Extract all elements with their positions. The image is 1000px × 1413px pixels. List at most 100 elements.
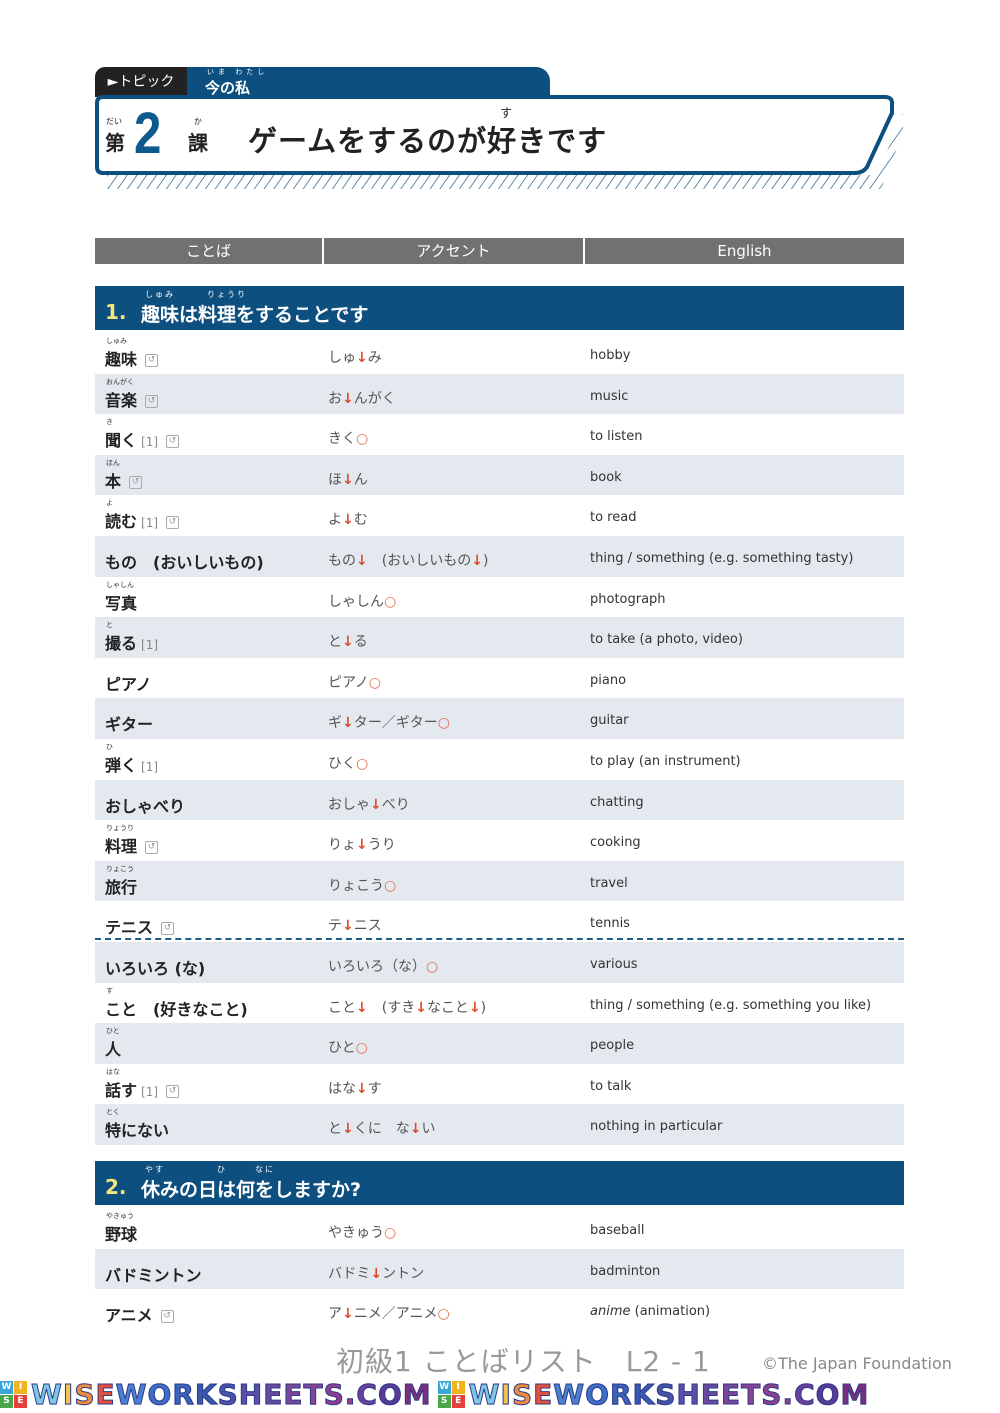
accent-text: ひく xyxy=(328,755,356,772)
accent-pattern: いろいろ（な）○ xyxy=(328,956,438,976)
vocab-row: りょうり料理 ↺ りょ↓うり cooking xyxy=(95,820,904,861)
accent-text: と xyxy=(328,634,342,651)
english-meaning: to take (a photo, video) xyxy=(590,632,743,647)
english-text: to talk xyxy=(590,1078,632,1094)
replay-audio-icon[interactable]: ↺ xyxy=(166,435,180,449)
english-text: people xyxy=(590,1038,635,1054)
english-text: guitar xyxy=(590,713,629,729)
accent-flat-icon: ○ xyxy=(384,877,397,894)
accent-text: バドミ xyxy=(328,1265,371,1282)
english-italic: anime xyxy=(590,1304,631,1320)
watermark-text: WISEWORKSHEETS.COM xyxy=(31,1378,432,1410)
replay-audio-icon[interactable]: ↺ xyxy=(161,922,175,936)
word-ruby: りょこう xyxy=(106,864,134,873)
accent-text: い xyxy=(421,1121,436,1138)
replay-audio-icon[interactable]: ↺ xyxy=(160,1310,174,1324)
english-meaning: book xyxy=(590,470,622,485)
accent-text: いろいろ（な） xyxy=(328,958,426,975)
watermark-letter: K xyxy=(632,1378,656,1410)
accent-pattern: ひく○ xyxy=(328,753,368,773)
vocab-row: と撮る [1] と↓る to take (a photo, video) xyxy=(95,617,904,658)
section-header-2: やす ひ なに 2. 休みの日は何をしますか? xyxy=(95,1161,904,1205)
section-number: 2. xyxy=(105,1175,127,1199)
vocab-word: ギター xyxy=(105,711,153,735)
watermark-letter: S xyxy=(74,1378,96,1410)
accent-text: む xyxy=(353,512,368,529)
watermark-letter: I xyxy=(62,1378,75,1410)
word-text: 本 xyxy=(105,471,122,491)
word-text: 聞く xyxy=(105,431,138,451)
vocab-word: もの (おいしいもの) xyxy=(105,549,264,573)
word-text: 人 xyxy=(105,1040,122,1060)
english-text: music xyxy=(590,388,629,404)
vocab-word: こと (好きなこと) xyxy=(105,996,248,1020)
accent-pattern: ほ↓ん xyxy=(328,469,368,489)
word-ruby: しゃしん xyxy=(106,580,134,589)
english-meaning: people xyxy=(590,1038,634,1053)
watermark-letter: W xyxy=(553,1378,586,1410)
watermark-letter: H xyxy=(238,1378,264,1410)
accent-pattern: ア↓ニメ／アニメ○ xyxy=(328,1303,450,1323)
watermark-text: WISEWORKSHEETS.COM xyxy=(468,1378,870,1410)
word-ruby: りょうり xyxy=(106,824,134,833)
topic-name: 今の私 xyxy=(205,79,251,97)
accent-text: と xyxy=(328,1121,342,1138)
vocab-row: アニメ ↺ ア↓ニメ／アニメ○ anime (animation) xyxy=(95,1289,904,1330)
english-meaning: cooking xyxy=(590,835,641,850)
accent-text: す xyxy=(367,1080,382,1097)
english-text: to take (a photo, video) xyxy=(590,632,743,648)
accent-text: ひと xyxy=(328,1040,356,1057)
accent-text: おしゃ xyxy=(328,796,370,813)
verb-group: [1] xyxy=(141,516,159,531)
watermark-unit: W I S E WISEWORKSHEETS.COM xyxy=(437,1378,870,1410)
word-ruby: はな xyxy=(106,1067,120,1076)
english-meaning: guitar xyxy=(590,713,629,728)
english-meaning: travel xyxy=(590,876,628,891)
english-text: travel xyxy=(590,875,628,891)
column-accent: アクセント xyxy=(324,238,583,264)
replay-audio-icon[interactable]: ↺ xyxy=(166,516,180,530)
vocab-row: すこと (好きなこと) こと↓ (すき↓なこと↓) thing / somethin… xyxy=(95,983,904,1024)
accent-text: ) xyxy=(480,999,487,1016)
accent-pattern: おしゃ↓べり xyxy=(328,794,410,814)
watermark-letter: R xyxy=(172,1378,195,1410)
accent-pattern: しゃしん○ xyxy=(328,591,396,611)
replay-audio-icon[interactable]: ↺ xyxy=(145,841,159,855)
accent-drop-icon: ↓ xyxy=(342,471,354,488)
accent-drop-icon: ↓ xyxy=(356,837,368,854)
accent-drop-icon: ↓ xyxy=(409,1121,422,1138)
replay-audio-icon[interactable]: ↺ xyxy=(145,394,159,408)
accent-text: ピアノ xyxy=(328,674,369,691)
logo-letter: W xyxy=(437,1380,451,1394)
accent-text: (おいしいもの xyxy=(367,552,472,569)
word-ruby: ひと xyxy=(106,1027,120,1036)
accent-text: ニメ／アニメ xyxy=(353,1306,438,1323)
watermark-letter: T xyxy=(741,1378,762,1410)
english-text: various xyxy=(590,956,638,972)
replay-audio-icon[interactable]: ↺ xyxy=(166,1084,180,1098)
vocab-row: やきゅう 野球 やきゅう○ baseball xyxy=(95,1208,904,1249)
accent-drop-icon: ↓ xyxy=(342,1306,354,1323)
accent-drop-icon: ↓ xyxy=(342,512,354,529)
accent-flat-icon: ○ xyxy=(384,593,397,610)
watermark-banner: W I S E WISEWORKSHEETS.COM W I S E WISEWORKSHEETS… xyxy=(0,1378,1000,1410)
watermark-letter: E xyxy=(95,1378,116,1410)
english-text: book xyxy=(590,469,622,485)
accent-text: ター／ギター xyxy=(353,715,438,732)
english-meaning: various xyxy=(590,957,638,972)
accent-pattern: ピアノ○ xyxy=(328,672,381,692)
word-ruby: とく xyxy=(106,1108,120,1117)
watermark-letter: W xyxy=(468,1378,501,1410)
english-meaning: to listen xyxy=(590,429,643,444)
verb-group: [1] xyxy=(141,638,159,653)
vocab-row: ひ弾く [1] ひく○ to play (an instrument) xyxy=(95,739,904,780)
accent-flat-icon: ○ xyxy=(384,1225,397,1241)
accent-pattern: りょ↓うり xyxy=(328,834,396,854)
accent-pattern: ひと○ xyxy=(328,1037,368,1057)
vocab-row: はな 話す [1] ↺ はな↓す to talk xyxy=(95,1064,904,1105)
logo-letter: E xyxy=(14,1394,27,1408)
replay-audio-icon[interactable]: ↺ xyxy=(129,475,143,489)
watermark-letter: T xyxy=(303,1378,324,1410)
replay-audio-icon[interactable]: ↺ xyxy=(145,354,159,367)
word-text: 料理 xyxy=(105,837,138,857)
